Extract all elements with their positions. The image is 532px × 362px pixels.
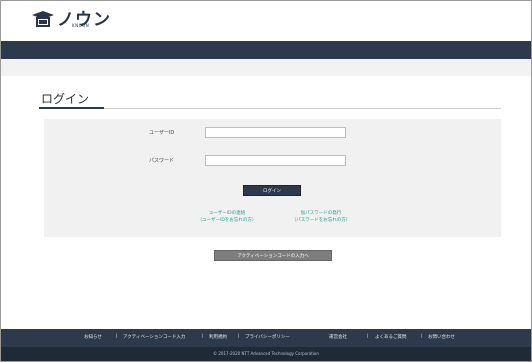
- forgot-password-link[interactable]: 仮パスワードの発行 （パスワードをお忘れの方）: [285, 210, 357, 224]
- page-title: ログイン: [41, 92, 90, 106]
- login-button[interactable]: ログイン: [243, 185, 301, 196]
- user-id-input[interactable]: [205, 127, 346, 138]
- forgot-user-id-line2: （ユーザーIDをお忘れの方）: [197, 218, 257, 223]
- site-header: ノウン KNOUN: [1, 1, 531, 41]
- title-divider-accent: [39, 107, 104, 109]
- password-label: パスワード: [149, 158, 175, 164]
- footer-link-privacy[interactable]: プライバシーポリシー: [245, 334, 290, 340]
- password-input[interactable]: [205, 155, 346, 166]
- activation-code-button[interactable]: アクティベーションコードの入力へ: [214, 250, 332, 261]
- forgot-user-id-line1: ユーザーIDの連絡: [208, 211, 246, 216]
- user-id-label: ユーザーID: [149, 130, 175, 136]
- footer-separator: |: [367, 334, 369, 339]
- footer-links: お知らせ | アクティベーションコード入力 | 利用規約 | プライバシーポリシ…: [1, 334, 531, 342]
- sub-bar: [1, 59, 531, 76]
- footer-link-company[interactable]: 運営会社: [329, 334, 347, 340]
- footer-separator: |: [116, 334, 118, 339]
- browser-frame: ノウン KNOUN ログイン ユーザーID パスワード ログイン ユーザーIDの…: [0, 0, 532, 362]
- footer-link-terms[interactable]: 利用規約: [209, 334, 227, 340]
- footer-separator: |: [202, 334, 204, 339]
- footer-link-news[interactable]: お知らせ: [84, 334, 102, 340]
- navigation-bar: [1, 41, 531, 59]
- forgot-user-id-link[interactable]: ユーザーIDの連絡 （ユーザーIDをお忘れの方）: [197, 210, 257, 224]
- copyright-text: © 2017-2020 NTT Advanced Technology Corp…: [213, 351, 319, 356]
- footer-separator: |: [238, 334, 240, 339]
- logo-subtext: KNOUN: [72, 23, 90, 28]
- mortarboard-icon: [32, 11, 54, 27]
- title-divider: [39, 108, 501, 109]
- forgot-password-line2: （パスワードをお忘れの方）: [291, 218, 351, 223]
- footer-separator: |: [421, 334, 423, 339]
- footer-link-contact[interactable]: お問い合わせ: [428, 334, 455, 340]
- footer-link-faq[interactable]: よくあるご質問: [375, 334, 407, 340]
- forgot-password-line1: 仮パスワードの発行: [300, 211, 342, 216]
- footer-link-activation[interactable]: アクティベーションコード入力: [123, 334, 185, 340]
